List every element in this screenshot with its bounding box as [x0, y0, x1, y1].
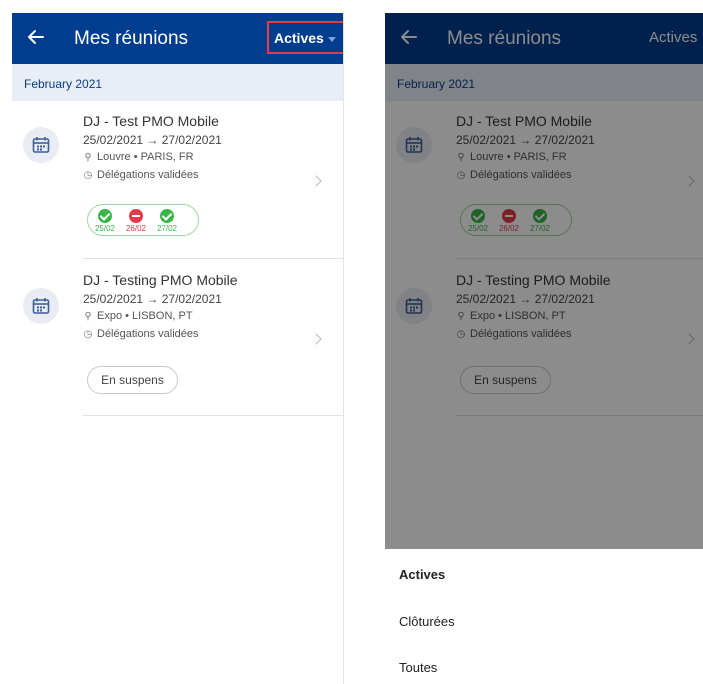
filter-label: Actives	[274, 30, 324, 46]
day-date: 25/02	[94, 224, 116, 233]
clock-icon: ◷	[83, 170, 93, 181]
filter-bottom-sheet: Actives Clôturées Toutes	[385, 549, 703, 684]
meetings-screen-filter-open: Mes réunions Actives February 2021 DJ - …	[385, 13, 703, 684]
day-date: 27/02	[156, 224, 178, 233]
day-date: 26/02	[125, 224, 147, 233]
validated-icon	[160, 209, 174, 223]
meeting-card[interactable]: DJ - Test PMO Mobile 25/02/2021 → 27/02/…	[12, 101, 343, 271]
divider	[83, 258, 343, 259]
chevron-right-icon	[310, 175, 322, 187]
caret-down-icon	[327, 36, 336, 42]
location-pin-icon: ⚲	[84, 311, 92, 322]
status-badge: En suspens	[87, 366, 178, 394]
filter-option-toutes[interactable]: Toutes	[399, 660, 437, 675]
meetings-screen: Mes réunions Actives February 2021 DJ - …	[12, 13, 343, 684]
filter-dropdown[interactable]: Actives	[274, 30, 336, 46]
day-status: 27/02	[153, 209, 181, 233]
day-status: 25/02	[91, 209, 119, 233]
meeting-location: Expo • LISBON, PT	[97, 310, 193, 322]
filter-option-actives[interactable]: Actives	[399, 567, 445, 582]
back-arrow-icon[interactable]	[26, 27, 46, 47]
meeting-title: DJ - Testing PMO Mobile	[83, 272, 238, 288]
day-status: 26/02	[122, 209, 150, 233]
screen-divider	[343, 13, 344, 684]
calendar-icon	[23, 288, 59, 324]
meeting-location: Louvre • PARIS, FR	[97, 151, 194, 163]
validated-icon	[98, 209, 112, 223]
meeting-title: DJ - Test PMO Mobile	[83, 113, 219, 129]
page-title: Mes réunions	[74, 28, 189, 49]
app-bar: Mes réunions Actives	[12, 13, 343, 64]
calendar-icon	[23, 127, 59, 163]
meeting-status: Délégations validées	[97, 169, 199, 181]
day-status-group: 25/02 26/02 27/02	[87, 204, 199, 236]
month-section-header: February 2021	[12, 64, 343, 101]
meeting-dates: 25/02/2021 → 27/02/2021	[83, 133, 222, 147]
chevron-right-icon	[310, 333, 322, 345]
meeting-dates: 25/02/2021 → 27/02/2021	[83, 292, 222, 306]
location-pin-icon: ⚲	[84, 152, 92, 163]
rejected-icon	[129, 209, 143, 223]
modal-scrim[interactable]	[385, 13, 703, 549]
filter-option-cloturees[interactable]: Clôturées	[399, 614, 455, 629]
clock-icon: ◷	[83, 329, 93, 340]
meeting-status: Délégations validées	[97, 328, 199, 340]
divider	[83, 415, 343, 416]
meeting-card[interactable]: DJ - Testing PMO Mobile 25/02/2021 → 27/…	[12, 260, 343, 420]
